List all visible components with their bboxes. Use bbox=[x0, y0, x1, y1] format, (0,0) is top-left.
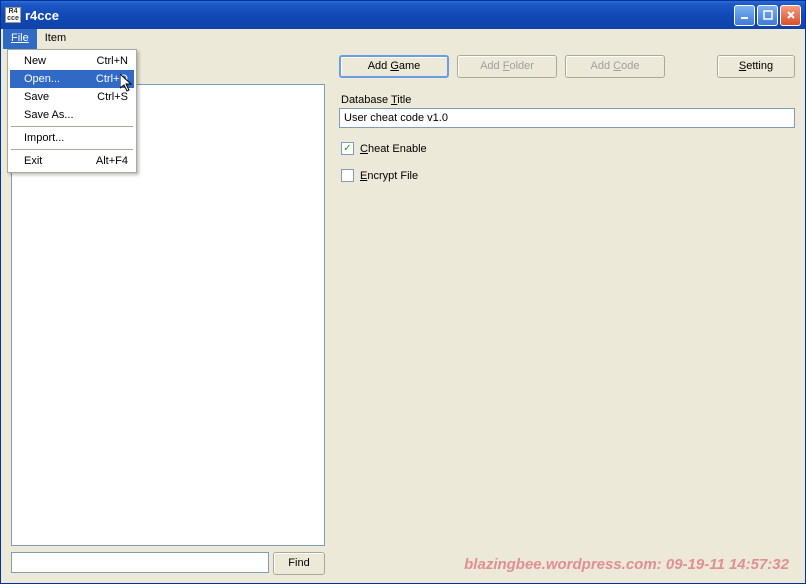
menu-new-shortcut: Ctrl+N bbox=[97, 55, 128, 67]
add-game-button[interactable]: Add Game bbox=[339, 55, 449, 78]
menu-separator-2 bbox=[11, 149, 133, 150]
menu-import-label: Import... bbox=[24, 132, 128, 144]
add-folder-button[interactable]: Add Folder bbox=[457, 55, 557, 78]
window-title: r4cce bbox=[25, 8, 734, 23]
menu-open[interactable]: Open... Ctrl+O bbox=[10, 70, 134, 88]
right-pane: Add Game Add Folder Add Code Setting Dat… bbox=[331, 49, 805, 583]
encrypt-file-row[interactable]: Encrypt File bbox=[341, 169, 795, 182]
cheat-enable-checkbox[interactable]: ✓ bbox=[341, 142, 354, 155]
menu-save-as-label: Save As... bbox=[24, 109, 128, 121]
menu-file-label: File bbox=[11, 32, 29, 44]
encrypt-file-label: Encrypt File bbox=[360, 170, 418, 182]
titlebar: R4cce r4cce bbox=[1, 1, 805, 29]
app-window: R4cce r4cce File Item UP DWN User chea bbox=[0, 0, 806, 584]
menu-save-shortcut: Ctrl+S bbox=[97, 91, 128, 103]
menu-item-label: Item bbox=[45, 32, 66, 44]
cheat-enable-label: Cheat Enable bbox=[360, 143, 427, 155]
find-row: Find bbox=[11, 552, 325, 575]
menu-save-label: Save bbox=[24, 91, 97, 103]
find-button[interactable]: Find bbox=[273, 552, 325, 575]
menubar: File Item bbox=[1, 29, 805, 49]
cheat-enable-row[interactable]: ✓ Cheat Enable bbox=[341, 142, 795, 155]
menu-save[interactable]: Save Ctrl+S bbox=[10, 88, 134, 106]
tool-buttons: Add Game Add Folder Add Code Setting bbox=[339, 55, 795, 78]
menu-exit-label: Exit bbox=[24, 155, 96, 167]
menu-import[interactable]: Import... bbox=[10, 129, 134, 147]
menu-new-label: New bbox=[24, 55, 97, 67]
window-controls bbox=[734, 5, 801, 26]
minimize-button[interactable] bbox=[734, 5, 755, 26]
menu-item[interactable]: Item bbox=[37, 29, 74, 49]
menu-open-label: Open... bbox=[24, 73, 96, 85]
maximize-button[interactable] bbox=[757, 5, 778, 26]
menu-new[interactable]: New Ctrl+N bbox=[10, 52, 134, 70]
setting-button[interactable]: Setting bbox=[717, 55, 795, 78]
encrypt-file-checkbox[interactable] bbox=[341, 169, 354, 182]
database-title-input[interactable]: User cheat code v1.0 bbox=[339, 108, 795, 128]
menu-exit-shortcut: Alt+F4 bbox=[96, 155, 128, 167]
watermark: blazingbee.wordpress.com: 09-19-11 14:57… bbox=[464, 556, 789, 573]
find-input[interactable] bbox=[11, 552, 269, 573]
database-title-label: Database Title bbox=[341, 94, 795, 106]
menu-separator-1 bbox=[11, 126, 133, 127]
menu-file[interactable]: File bbox=[3, 29, 37, 49]
menu-save-as[interactable]: Save As... bbox=[10, 106, 134, 124]
menu-exit[interactable]: Exit Alt+F4 bbox=[10, 152, 134, 170]
menu-open-shortcut: Ctrl+O bbox=[96, 73, 128, 85]
close-button[interactable] bbox=[780, 5, 801, 26]
file-menu-dropdown: New Ctrl+N Open... Ctrl+O Save Ctrl+S Sa… bbox=[7, 49, 137, 173]
app-icon: R4cce bbox=[5, 7, 21, 23]
add-code-button[interactable]: Add Code bbox=[565, 55, 665, 78]
